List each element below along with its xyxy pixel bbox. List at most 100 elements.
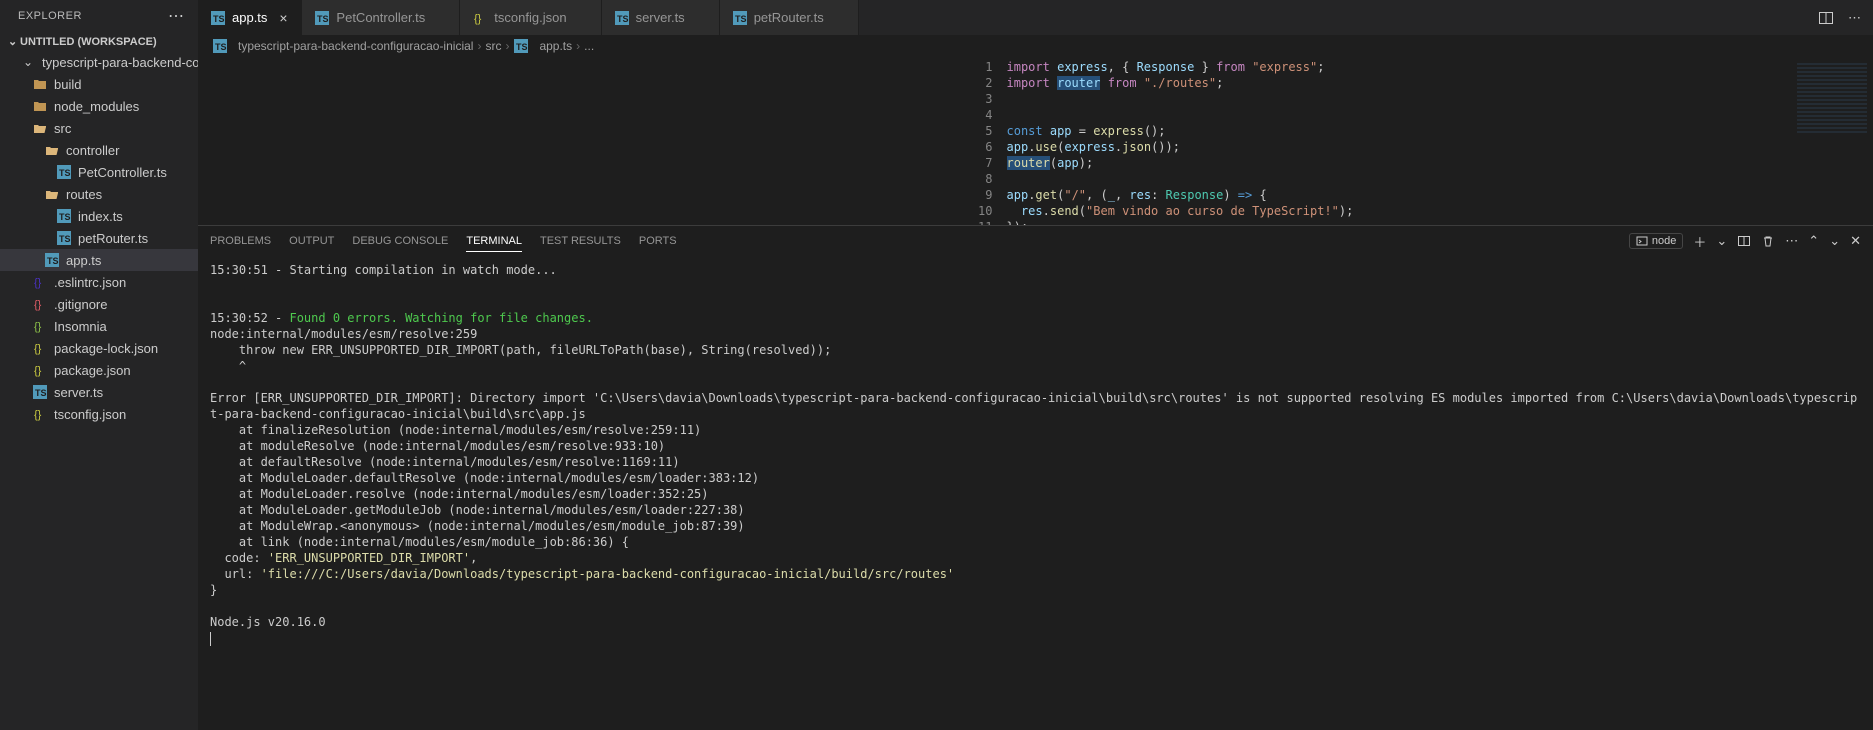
tree-item[interactable]: {}tsconfig.json	[0, 403, 198, 425]
tree-item[interactable]: TS index.ts	[0, 205, 198, 227]
panel-tab-terminal[interactable]: TERMINAL	[466, 231, 522, 252]
tree-item[interactable]: ⌄typescript-para-backend-confi...	[0, 51, 198, 73]
panel-tab-test-results[interactable]: TEST RESULTS	[540, 231, 621, 251]
json-icon: {}	[32, 340, 48, 356]
chevron-down-icon: ⌄	[8, 35, 20, 48]
panel-tab-ports[interactable]: PORTS	[639, 231, 677, 251]
tree-item[interactable]: TSpetRouter.ts	[0, 227, 198, 249]
editor-tab[interactable]: TSpetRouter.ts×	[720, 0, 859, 35]
ts-icon: TS	[56, 208, 72, 224]
tree-item-label: Insomnia	[54, 319, 107, 334]
ts-icon: TS	[212, 38, 228, 54]
svg-text:TS: TS	[59, 168, 71, 178]
close-panel-icon[interactable]: ✕	[1850, 233, 1861, 249]
terminal-output[interactable]: 15:30:51 - Starting compilation in watch…	[198, 256, 1873, 730]
workspace-label: UNTITLED (WORKSPACE)	[20, 36, 157, 48]
terminal-icon	[1636, 235, 1648, 247]
panel-tab-problems[interactable]: PROBLEMS	[210, 231, 271, 251]
tree-item[interactable]: {}.gitignore	[0, 293, 198, 315]
tree-item-label: server.ts	[54, 385, 103, 400]
panel-more-icon[interactable]: ⋯	[1785, 233, 1798, 249]
folder-icon	[32, 76, 48, 92]
breadcrumb-file[interactable]: app.ts	[539, 39, 572, 53]
ts-icon: TS	[614, 10, 630, 26]
ts-icon: TS	[56, 164, 72, 180]
folder-icon	[32, 98, 48, 114]
panel-tabs: PROBLEMS OUTPUT DEBUG CONSOLE TERMINAL TEST …	[198, 226, 1873, 256]
minimap[interactable]	[1773, 57, 1873, 225]
tree-item[interactable]: node_modules	[0, 95, 198, 117]
editor-tabs: TSapp.ts×TSPetController.ts×{}tsconfig.j…	[198, 0, 1873, 35]
json-icon: {}	[32, 296, 48, 312]
terminal-selector[interactable]: node	[1629, 233, 1683, 249]
tab-label: PetController.ts	[336, 10, 425, 25]
json-icon: {}	[32, 318, 48, 334]
json-icon: {}	[32, 406, 48, 422]
svg-text:TS: TS	[617, 14, 629, 24]
tree-item[interactable]: TS PetController.ts	[0, 161, 198, 183]
split-editor-icon[interactable]	[1818, 10, 1834, 26]
ts-icon: TS	[732, 10, 748, 26]
editor-tab[interactable]: TSapp.ts×	[198, 0, 302, 35]
svg-text:{}: {}	[34, 409, 42, 421]
editor-tab[interactable]: TSPetController.ts×	[302, 0, 460, 35]
panel-tab-output[interactable]: OUTPUT	[289, 231, 334, 251]
panel-tab-debug-console[interactable]: DEBUG CONSOLE	[352, 231, 448, 251]
tree-item-label: index.ts	[78, 209, 123, 224]
close-icon[interactable]: ×	[275, 10, 291, 26]
explorer-title: EXPLORER	[18, 10, 82, 22]
tree-item[interactable]: {}package.json	[0, 359, 198, 381]
svg-text:TS: TS	[317, 14, 329, 24]
folder-open-icon	[44, 186, 60, 202]
tree-item[interactable]: build	[0, 73, 198, 95]
json-icon: {}	[32, 362, 48, 378]
terminal-label: node	[1652, 235, 1676, 247]
terminal-dropdown-icon[interactable]: ⌄	[1716, 233, 1727, 249]
breadcrumb-src[interactable]: src	[485, 39, 501, 53]
svg-text:{}: {}	[34, 343, 42, 355]
breadcrumb[interactable]: TS typescript-para-backend-configuracao-…	[198, 35, 1873, 57]
breadcrumb-root[interactable]: typescript-para-backend-configuracao-ini…	[238, 39, 473, 53]
tree-item-label: routes	[66, 187, 102, 202]
editor-tab[interactable]: {}tsconfig.json×	[460, 0, 601, 35]
tree-item[interactable]: TSserver.ts	[0, 381, 198, 403]
chev-down-icon: ⌄	[20, 54, 36, 70]
folder-open-icon	[32, 120, 48, 136]
tree-item[interactable]: {}package-lock.json	[0, 337, 198, 359]
workspace-section[interactable]: ⌄ UNTITLED (WORKSPACE)	[0, 32, 198, 51]
tree-item[interactable]: {} Insomnia	[0, 315, 198, 337]
tree-item-label: node_modules	[54, 99, 139, 114]
tab-more-icon[interactable]: ⋯	[1848, 10, 1861, 26]
tab-actions: ⋯	[1818, 10, 1873, 26]
svg-text:TS: TS	[215, 42, 227, 52]
folder-open-icon	[44, 142, 60, 158]
tree-item[interactable]: src	[0, 117, 198, 139]
tree-item[interactable]: {}.eslintrc.json	[0, 271, 198, 293]
editor-tab[interactable]: TSserver.ts×	[602, 0, 720, 35]
explorer-more-icon[interactable]: ⋯	[168, 6, 186, 26]
code-content[interactable]: import express, { Response } from "expre…	[1007, 57, 1774, 225]
tree-item-label: app.ts	[66, 253, 101, 268]
tree-item-label: PetController.ts	[78, 165, 167, 180]
file-tree: ⌄typescript-para-backend-confi...build no…	[0, 51, 198, 730]
ts-icon: TS	[210, 10, 226, 26]
chevron-right-icon: ›	[576, 39, 580, 53]
svg-text:TS: TS	[47, 256, 59, 266]
tree-item[interactable]: controller	[0, 139, 198, 161]
json-icon: {}	[472, 10, 488, 26]
tree-item[interactable]: TS app.ts	[0, 249, 198, 271]
svg-text:{}: {}	[34, 365, 42, 377]
chevron-down-icon[interactable]: ⌄	[1829, 233, 1840, 249]
editor[interactable]: 1234567891011 import express, { Response…	[198, 57, 1873, 225]
main-area: TSapp.ts×TSPetController.ts×{}tsconfig.j…	[198, 0, 1873, 730]
new-terminal-icon[interactable]: ＋	[1693, 232, 1706, 251]
split-terminal-icon[interactable]	[1737, 234, 1751, 248]
trash-icon[interactable]	[1761, 234, 1775, 248]
tree-item[interactable]: routes	[0, 183, 198, 205]
svg-text:TS: TS	[735, 14, 747, 24]
ts-icon: TS	[56, 230, 72, 246]
tree-item-label: controller	[66, 143, 119, 158]
breadcrumb-more[interactable]: ...	[584, 39, 594, 53]
maximize-panel-icon[interactable]: ⌃	[1808, 233, 1819, 249]
tab-label: petRouter.ts	[754, 10, 824, 25]
